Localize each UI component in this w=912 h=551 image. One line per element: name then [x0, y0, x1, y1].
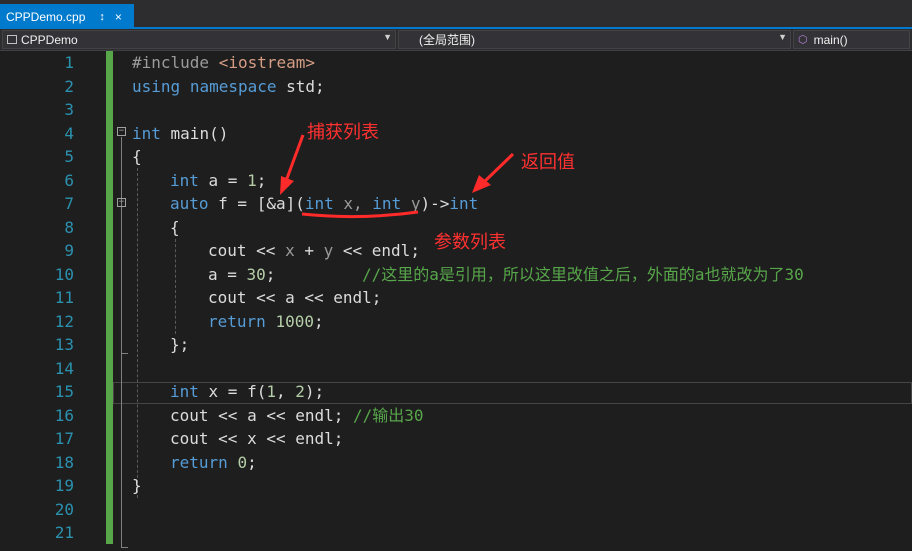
scope-dropdown[interactable]: (全局范围) ▼ — [398, 30, 791, 49]
tab-bar: CPPDemo.cpp ↕ × — [0, 0, 912, 29]
member-dropdown[interactable]: ⬡ main() — [793, 30, 910, 49]
arrow-capture — [280, 134, 305, 195]
close-icon[interactable]: × — [115, 10, 122, 24]
code-editor[interactable]: 1 2 3 4 5 6 7 8 9 10 11 12 13 14 15 16 1… — [0, 51, 912, 551]
tab-cppdemo[interactable]: CPPDemo.cpp ↕ × — [0, 4, 134, 29]
tab-title: CPPDemo.cpp — [6, 9, 86, 24]
navigation-bar: CPPDemo ▼ (全局范围) ▼ ⬡ main() — [0, 29, 912, 51]
project-icon — [7, 35, 17, 44]
annotation-arrows — [280, 134, 515, 219]
pin-icon[interactable]: ↕ — [99, 11, 105, 23]
member-label: main() — [813, 32, 848, 47]
method-icon: ⬡ — [798, 34, 808, 46]
chevron-down-icon: ▼ — [383, 32, 392, 42]
scope-label: (全局范围) — [419, 33, 475, 47]
arrow-return — [472, 152, 515, 193]
project-label: CPPDemo — [21, 32, 78, 47]
params-underline — [301, 210, 419, 219]
project-dropdown[interactable]: CPPDemo ▼ — [2, 30, 396, 49]
chevron-down-icon: ▼ — [778, 32, 787, 42]
